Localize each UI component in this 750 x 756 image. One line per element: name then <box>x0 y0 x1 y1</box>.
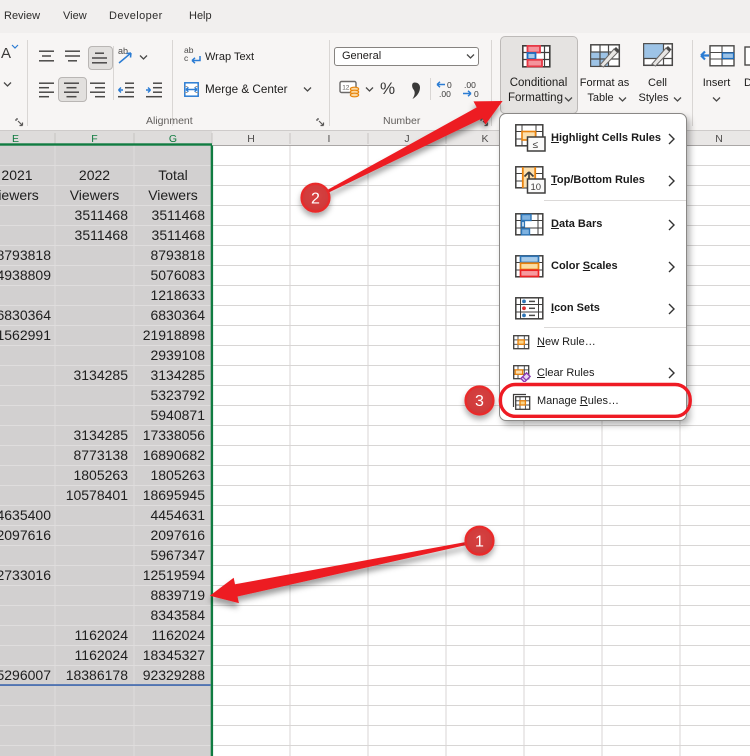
svg-text:4938809: 4938809 <box>0 267 51 283</box>
svg-text:3511468: 3511468 <box>75 207 129 223</box>
svg-text:2021: 2021 <box>1 167 32 183</box>
svg-text:3511468: 3511468 <box>152 227 206 243</box>
svg-text:5323792: 5323792 <box>150 387 205 403</box>
svg-text:12519594: 12519594 <box>143 567 206 583</box>
svg-text:21918898: 21918898 <box>143 327 206 343</box>
svg-text:5076083: 5076083 <box>150 267 205 283</box>
svg-text:21562991: 21562991 <box>0 327 51 343</box>
svg-text:18386178: 18386178 <box>66 667 129 683</box>
svg-text:3511468: 3511468 <box>152 207 206 223</box>
svg-text:2097616: 2097616 <box>150 527 205 543</box>
svg-text:8793818: 8793818 <box>0 247 51 263</box>
svg-text:F: F <box>91 133 97 145</box>
svg-text:Viewers: Viewers <box>148 187 198 203</box>
svg-text:N: N <box>715 133 723 145</box>
svg-text:Viewers: Viewers <box>70 187 120 203</box>
svg-text:K: K <box>481 133 488 145</box>
svg-text:12733016: 12733016 <box>0 567 51 583</box>
svg-text:55296007: 55296007 <box>0 667 51 683</box>
svg-text:5940871: 5940871 <box>150 407 205 423</box>
svg-text:16890682: 16890682 <box>143 447 206 463</box>
svg-text:Viewers: Viewers <box>0 187 39 203</box>
svg-text:H: H <box>247 133 255 145</box>
svg-text:1162024: 1162024 <box>152 627 206 643</box>
svg-text:4635400: 4635400 <box>0 507 51 523</box>
svg-text:Total: Total <box>158 167 188 183</box>
svg-text:18345327: 18345327 <box>143 647 206 663</box>
svg-text:8839719: 8839719 <box>150 587 205 603</box>
svg-text:92329288: 92329288 <box>143 667 206 683</box>
svg-text:5967347: 5967347 <box>150 547 205 563</box>
svg-text:10578401: 10578401 <box>66 487 129 503</box>
svg-text:2939108: 2939108 <box>150 347 205 363</box>
svg-text:J: J <box>404 133 409 145</box>
svg-text:2097616: 2097616 <box>0 527 51 543</box>
svg-text:8773138: 8773138 <box>73 447 128 463</box>
svg-text:1805263: 1805263 <box>150 467 205 483</box>
svg-text:4454631: 4454631 <box>150 507 205 523</box>
svg-text:3134285: 3134285 <box>73 427 128 443</box>
svg-text:8793818: 8793818 <box>150 247 205 263</box>
svg-text:17338056: 17338056 <box>143 427 206 443</box>
svg-text:1805263: 1805263 <box>73 467 128 483</box>
svg-text:G: G <box>169 133 177 145</box>
svg-text:18695945: 18695945 <box>143 487 206 503</box>
svg-text:I: I <box>328 133 331 145</box>
svg-text:2022: 2022 <box>79 167 110 183</box>
svg-text:≤: ≤ <box>533 140 539 151</box>
svg-text:0: 0 <box>474 89 479 98</box>
svg-text:3134285: 3134285 <box>73 367 128 383</box>
svg-text:1162024: 1162024 <box>75 647 129 663</box>
svg-text:10: 10 <box>531 182 542 193</box>
svg-text:3134285: 3134285 <box>150 367 205 383</box>
svg-text:1162024: 1162024 <box>75 627 129 643</box>
svg-text:1218633: 1218633 <box>150 287 205 303</box>
svg-text:.00: .00 <box>439 89 451 98</box>
svg-text:8343584: 8343584 <box>150 607 205 623</box>
svg-text:12: 12 <box>342 85 350 92</box>
svg-text:E: E <box>12 133 19 145</box>
svg-text:3511468: 3511468 <box>75 227 129 243</box>
svg-text:6830364: 6830364 <box>150 307 205 323</box>
svg-text:6830364: 6830364 <box>0 307 51 323</box>
